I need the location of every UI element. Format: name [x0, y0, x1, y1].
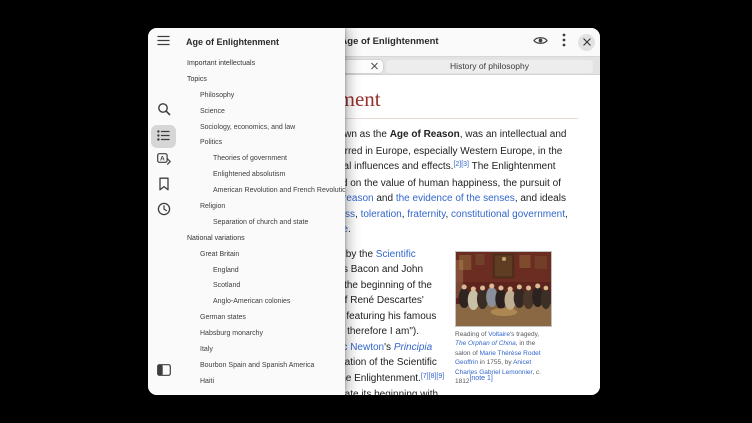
app-window: Age of Enlightenment — [148, 28, 600, 395]
toc-item-scotland[interactable]: Scotland — [179, 278, 345, 294]
article-link[interactable]: reason — [343, 193, 374, 204]
icon-rail: A — [148, 28, 179, 395]
toc-list: Important intellectualsTopicsPhilosophyS… — [179, 56, 345, 395]
text-run: 1812 — [455, 378, 469, 385]
toc-button[interactable] — [151, 125, 176, 148]
hamburger-icon — [157, 33, 170, 51]
text-run: and — [374, 193, 396, 204]
toc-panel: Age of Enlightenment Important intellect… — [179, 28, 345, 395]
menu-button[interactable] — [555, 34, 572, 51]
window-close-button[interactable] — [578, 34, 595, 51]
clock-icon — [157, 202, 171, 221]
figure-caption: Reading of Voltaire's tragedy, The Orpha… — [455, 330, 552, 387]
article-link[interactable]: Voltaire — [488, 331, 510, 338]
salon-painting-image[interactable] — [455, 251, 552, 327]
close-icon — [583, 33, 591, 51]
tab-label: History of philosophy — [450, 61, 529, 71]
text-run: c. — [536, 369, 541, 376]
toc-item-science[interactable]: Science — [179, 104, 345, 120]
article-link[interactable]: toleration — [361, 209, 402, 220]
toc-item-haiti[interactable]: Haiti — [179, 374, 345, 390]
text-run: Reading of — [455, 331, 488, 338]
toc-item-enlightened-absolutism[interactable]: Enlightened absolutism — [179, 167, 345, 183]
toc-item-sociology-economics-and-law[interactable]: Sociology, economics, and law — [179, 120, 345, 136]
text-run: . — [348, 224, 351, 235]
article-link[interactable]: [7][8][9] — [421, 373, 444, 380]
list-icon — [157, 128, 170, 146]
toggle-sidebar-button[interactable] — [151, 360, 176, 383]
header-actions — [532, 28, 595, 56]
toc-item-bourbon-spain-and-spanish-america[interactable]: Bourbon Spain and Spanish America — [179, 358, 345, 374]
toc-item-anglo-american-colonies[interactable]: Anglo-American colonies — [179, 294, 345, 310]
toc-item-religion[interactable]: Religion — [179, 199, 345, 215]
history-button[interactable] — [151, 200, 176, 223]
toc-item-theories-of-government[interactable]: Theories of government — [179, 151, 345, 167]
toc-item-topics[interactable]: Topics — [179, 72, 345, 88]
toc-item-england[interactable]: England — [179, 263, 345, 279]
sidebar-toggle-icon — [157, 363, 171, 381]
text-run: Age of Reason — [390, 129, 460, 140]
main-menu-button[interactable] — [151, 30, 176, 53]
search-button[interactable] — [151, 100, 176, 123]
tab-close-button[interactable] — [369, 61, 380, 72]
svg-text:A: A — [160, 155, 165, 162]
article-link[interactable]: constitutional government — [451, 209, 565, 220]
toc-item-national-variations[interactable]: National variations — [179, 231, 345, 247]
languages-button[interactable]: A — [151, 150, 176, 173]
toc-item-american-revolution-and-french-revolution[interactable]: American Revolution and French Revolutio… — [179, 183, 345, 199]
text-run: 's — [384, 342, 394, 353]
toc-item-great-britain[interactable]: Great Britain — [179, 247, 345, 263]
article-link[interactable]: [note 1] — [469, 375, 492, 382]
article-link[interactable]: fraternity — [407, 209, 445, 220]
toc-item-separation-of-church-and-state[interactable]: Separation of church and state — [179, 215, 345, 231]
article-link[interactable]: the evidence of the senses — [396, 193, 515, 204]
translate-icon: A — [157, 153, 171, 171]
bookmark-icon — [158, 177, 170, 196]
eye-icon — [533, 33, 548, 51]
toc-item-habsburg-monarchy[interactable]: Habsburg monarchy — [179, 326, 345, 342]
toc-item-politics[interactable]: Politics — [179, 135, 345, 151]
vertical-dots-icon — [562, 33, 566, 52]
toc-item-italy[interactable]: Italy — [179, 342, 345, 358]
tab-history-of-philosophy[interactable]: History of philosophy — [386, 60, 593, 73]
text-run: 's tragedy, — [510, 331, 539, 338]
article-link[interactable]: The Orphan of China — [455, 340, 516, 347]
toc-item-philosophy[interactable]: Philosophy — [179, 88, 345, 104]
article-figure: Reading of Voltaire's tragedy, The Orpha… — [455, 251, 552, 387]
article-link[interactable]: [2][3] — [453, 161, 469, 168]
bookmarks-button[interactable] — [151, 175, 176, 198]
toc-item-important-intellectuals[interactable]: Important intellectuals — [179, 56, 345, 72]
text-run: in 1755, by — [478, 359, 513, 366]
toc-item-german-states[interactable]: German states — [179, 310, 345, 326]
search-icon — [157, 102, 171, 121]
reader-view-button[interactable] — [532, 34, 549, 51]
toc-panel-title: Age of Enlightenment — [179, 28, 345, 56]
